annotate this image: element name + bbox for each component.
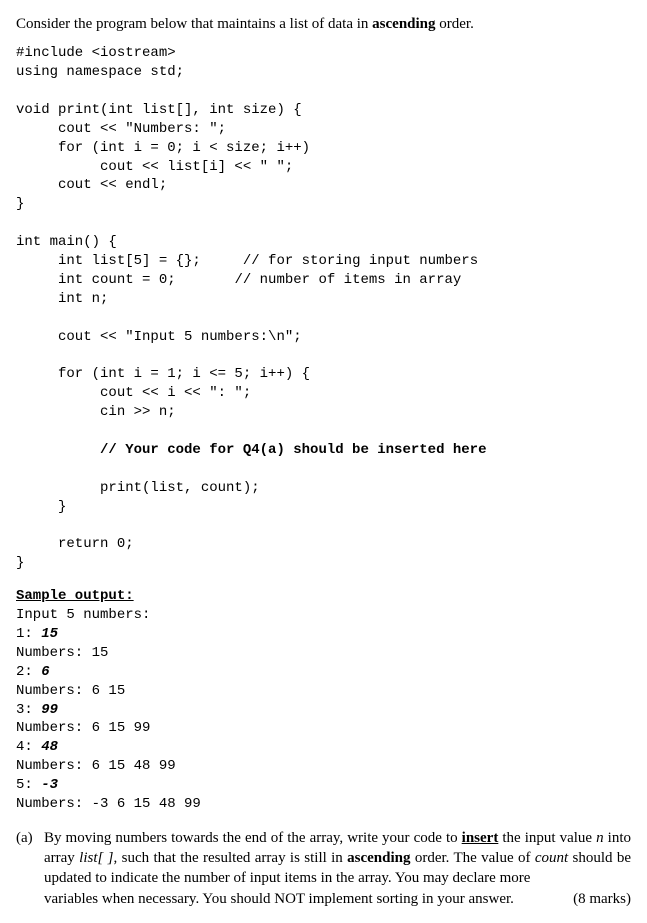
sample-input: 99 <box>41 702 58 718</box>
code-line: cout << "Numbers: "; <box>16 121 226 137</box>
sample-input: 6 <box>41 664 49 680</box>
q-text: order. The value of <box>411 850 535 866</box>
code-line: for (int i = 0; i < size; i++) <box>16 140 310 156</box>
sample-line: Numbers: 6 15 99 <box>16 720 150 736</box>
code-line: cout << i << ": "; <box>16 385 251 401</box>
code-line: #include <iostream> <box>16 45 176 61</box>
code-line: return 0; <box>16 536 134 552</box>
code-line: int list[5] = {}; <box>16 253 201 269</box>
code-line: int count = 0; <box>16 272 176 288</box>
code-block: #include <iostream> using namespace std;… <box>16 44 631 573</box>
code-line: print(list, count); <box>16 480 260 496</box>
intro-suffix: order. <box>436 16 474 32</box>
q-text: the input value <box>498 830 596 846</box>
sample-line: Numbers: 15 <box>16 645 108 661</box>
code-line: int main() { <box>16 234 117 250</box>
sample-line: Numbers: -3 6 15 48 99 <box>16 796 201 812</box>
code-line: cin >> n; <box>16 404 176 420</box>
question-label: (a) <box>16 828 44 848</box>
sample-line: Numbers: 6 15 <box>16 683 125 699</box>
q-marks: (8 marks) <box>573 889 631 909</box>
code-comment: // number of items in array <box>176 272 462 288</box>
sample-line: 3: <box>16 702 41 718</box>
code-line: cout << endl; <box>16 177 167 193</box>
code-line: cout << list[i] << " "; <box>16 159 293 175</box>
sample-input: 15 <box>41 626 58 642</box>
code-line: using namespace std; <box>16 64 184 80</box>
sample-line: 1: <box>16 626 41 642</box>
q-var-n: n <box>596 830 604 846</box>
code-line: for (int i = 1; i <= 5; i++) { <box>16 366 310 382</box>
sample-input: 48 <box>41 739 58 755</box>
q-var-count: count <box>535 850 568 866</box>
code-line: } <box>16 196 24 212</box>
code-line: } <box>16 555 24 571</box>
q-ascending: ascending <box>347 850 410 866</box>
code-insert-comment: // Your code for Q4(a) should be inserte… <box>16 442 486 458</box>
intro-paragraph: Consider the program below that maintain… <box>16 14 631 34</box>
intro-bold: ascending <box>372 16 435 32</box>
sample-line: 5: <box>16 777 41 793</box>
sample-line: 4: <box>16 739 41 755</box>
code-line: void print(int list[], int size) { <box>16 102 302 118</box>
q-var-list: list[ ] <box>79 850 113 866</box>
code-line: } <box>16 499 66 515</box>
q-text: variables when necessary. You should NOT… <box>44 889 514 909</box>
question-a: (a) By moving numbers towards the end of… <box>16 828 631 909</box>
sample-line: Numbers: 6 15 48 99 <box>16 758 176 774</box>
code-line: cout << "Input 5 numbers:\n"; <box>16 329 302 345</box>
intro-prefix: Consider the program below that maintain… <box>16 16 372 32</box>
question-body: By moving numbers towards the end of the… <box>44 828 631 909</box>
q-text: By moving numbers towards the end of the… <box>44 830 462 846</box>
q-text: , such that the resulted array is still … <box>114 850 348 866</box>
sample-input: -3 <box>41 777 58 793</box>
code-comment: // for storing input numbers <box>201 253 478 269</box>
sample-output-heading: Sample output: <box>16 588 134 604</box>
sample-output-block: Sample output: Input 5 numbers: 1: 15 Nu… <box>16 587 631 814</box>
sample-line: Input 5 numbers: <box>16 607 150 623</box>
q-insert: insert <box>462 830 499 846</box>
code-line: int n; <box>16 291 108 307</box>
sample-line: 2: <box>16 664 41 680</box>
